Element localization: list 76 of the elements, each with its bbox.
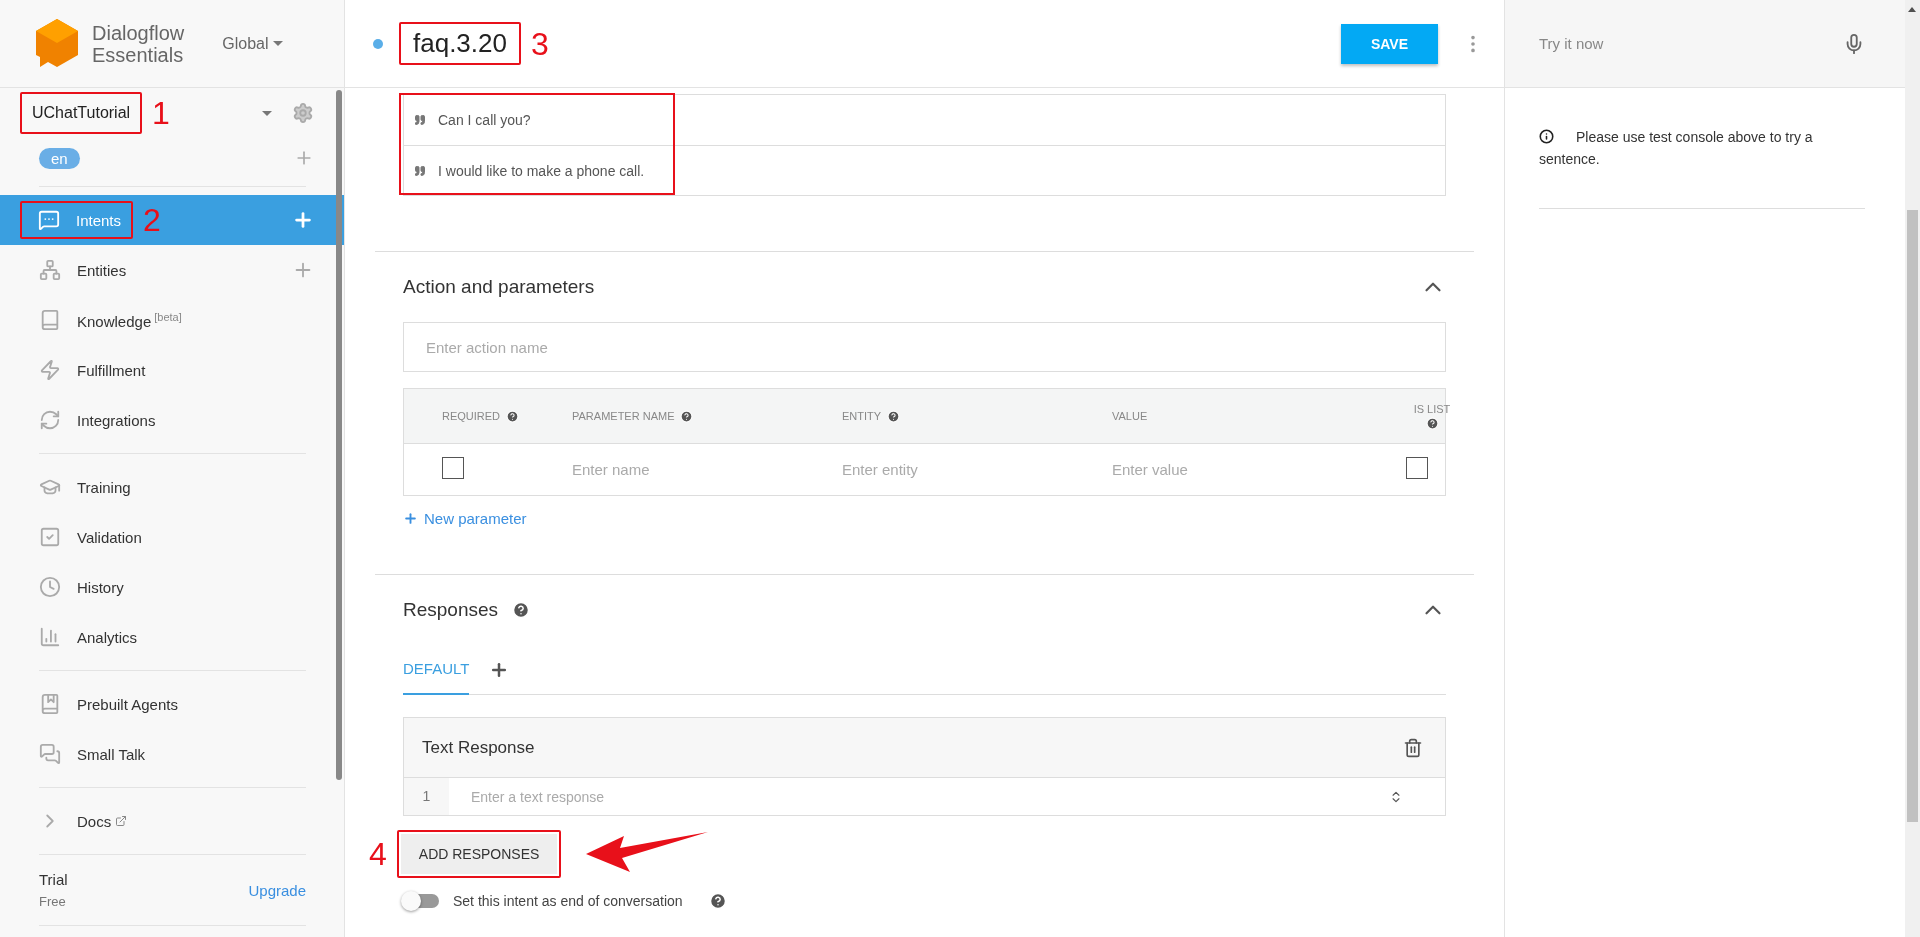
column-header: IS LIST [1382,402,1482,430]
toggle-label: Set this intent as end of conversation [453,893,683,909]
toggle-switch[interactable] [403,894,439,908]
plan-label: Free [39,894,67,909]
sidebar-item[interactable]: Small Talk [0,729,344,779]
speech-bubble-icon [38,209,60,231]
bookmark-book-icon [39,693,61,715]
info-icon [1539,129,1554,144]
nav-label: Small Talk [77,745,146,763]
help-icon[interactable] [506,409,520,423]
section-title: Responses [403,599,499,621]
nav-label: Docs [77,812,128,830]
quote-icon [414,114,426,126]
nav-label: Validation [77,528,142,546]
sidebar-item[interactable]: Knowledge $^{[beta]}$ [0,295,344,345]
help-icon[interactable] [887,409,901,423]
nav-label: Intents [76,211,122,229]
nav-label: Training [77,478,131,496]
checkbox[interactable] [1406,456,1428,479]
status-dot [373,38,383,49]
nav-label: Prebuilt Agents [77,695,178,713]
external-link-icon [115,814,128,827]
card-title: Text Response [422,737,535,758]
sidebar-item[interactable]: Prebuilt Agents [0,679,344,729]
refresh-icon [39,409,61,431]
nav-label: History [77,578,124,596]
book-icon [39,309,61,331]
new-parameter-link[interactable]: New parameter [403,510,527,527]
column-header: VALUE [1112,410,1149,422]
section-title: Action and parameters [403,276,595,298]
training-phrase[interactable]: I would like to make a phone call. [438,162,645,179]
agent-name[interactable]: UChatTutorial [32,104,131,122]
checkbox[interactable] [442,456,464,479]
info-message: Please use test console above to try a sentence. [1539,126,1865,209]
hierarchy-icon [39,259,61,281]
nav-label: Analytics [77,628,138,646]
chat-bubbles-icon [39,743,61,765]
cube-logo-icon [36,18,78,69]
help-icon[interactable] [708,892,727,910]
help-icon[interactable] [512,601,531,619]
brand-name: Dialogflow Essentials [92,21,185,66]
column-header: REQUIRED [442,409,572,423]
annotation-number: 1 [152,97,170,129]
intent-title: faq.3.20 [413,28,507,59]
plan-name: Trial [39,871,68,888]
lightning-icon [39,359,61,381]
sidebar-item[interactable]: Analytics [0,612,344,662]
column-header: PARAMETER NAME [572,409,842,423]
sidebar-item[interactable]: Integrations [0,395,344,445]
annotation-number: 4 [369,838,387,870]
region-dropdown[interactable]: Global [222,34,283,53]
sidebar-item[interactable]: Docs [0,796,344,846]
delete-icon[interactable] [1403,737,1423,758]
sidebar-item[interactable]: Entities [0,245,344,295]
sidebar-item[interactable]: History [0,562,344,612]
sidebar-item[interactable]: Training [0,462,344,512]
clock-icon [39,576,61,598]
bar-chart-icon [39,626,61,648]
quote-icon [414,164,426,177]
checkbox-icon [39,526,61,548]
column-header: ENTITY [842,409,1112,423]
row-number: 1 [404,778,449,815]
dropdown-caret-icon[interactable] [262,110,272,116]
nav-label: Entities [77,261,127,279]
sidebar-item[interactable]: Fulfillment [0,345,344,395]
nav-label: Fulfillment [77,361,146,379]
help-icon[interactable] [1425,416,1439,430]
nav-label: Knowledge $^{[beta]}$ [77,310,182,330]
sidebar-item[interactable]: Validation [0,512,344,562]
add-responses-button[interactable]: ADD RESPONSES [400,834,558,874]
nav-label: Integrations [77,411,156,429]
training-phrase[interactable]: Can I call you? [438,112,531,128]
help-icon[interactable] [680,409,694,423]
annotation-number: 2 [143,204,161,236]
plus-icon [403,511,418,526]
annotation-number: 3 [531,27,549,60]
